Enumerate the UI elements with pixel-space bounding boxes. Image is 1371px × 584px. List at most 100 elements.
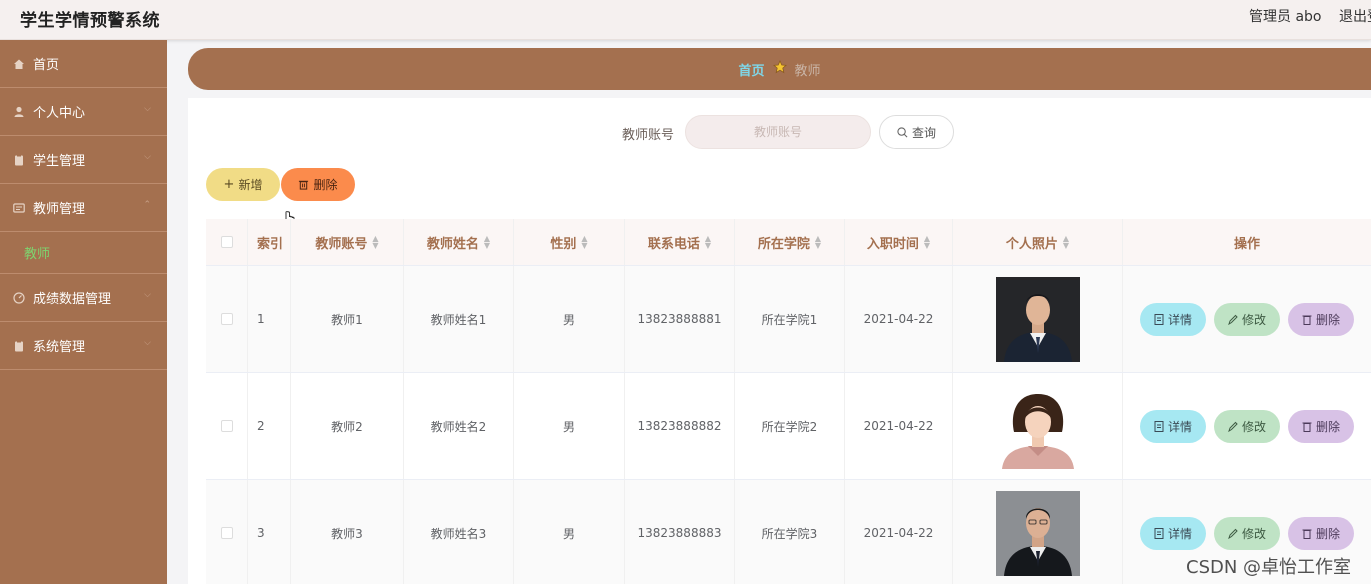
table-header: 索引 教师账号 ▲ ▼ 教师姓名 ▲ ▼ 性别 ▲ ▼ 联系电话 ▲ ▼ 所在学院 ▲ ▼ 入职时间…	[206, 219, 1371, 266]
sidebar-item-grades[interactable]: 成绩数据管理 ⌵	[0, 274, 167, 322]
card-icon	[12, 201, 26, 215]
cell-name: 教师姓名2	[404, 373, 514, 479]
document-icon	[1154, 420, 1164, 432]
col-account[interactable]: 教师账号 ▲ ▼	[291, 219, 404, 265]
search-button-label: 查询	[911, 125, 936, 140]
cell-phone: 13823888883	[625, 480, 735, 584]
trash-icon	[1302, 529, 1312, 539]
cell-account: 教师3	[291, 480, 404, 584]
cell-date: 2021-04-22	[845, 373, 953, 479]
sidebar-item-label: 系统管理	[33, 340, 86, 355]
trash-icon	[1302, 422, 1312, 432]
edit-button[interactable]: 修改	[1214, 409, 1280, 443]
teacher-table: 索引 教师账号 ▲ ▼ 教师姓名 ▲ ▼ 性别 ▲ ▼ 联系电话 ▲ ▼ 所在学院 ▲ ▼ 入职时间…	[206, 219, 1371, 584]
col-actions: 操作	[1233, 236, 1260, 252]
cell-account: 教师1	[291, 266, 404, 372]
row-checkbox[interactable]	[220, 527, 233, 539]
search-label: 教师账号	[622, 128, 675, 143]
pencil-icon	[1228, 421, 1238, 432]
row-checkbox[interactable]	[220, 313, 233, 325]
sidebar-item-label: 成绩数据管理	[33, 292, 112, 307]
col-date[interactable]: 入职时间 ▲ ▼	[845, 219, 953, 265]
cell-account: 教师2	[291, 373, 404, 479]
cell-date: 2021-04-22	[845, 480, 953, 584]
trash-icon	[1302, 315, 1312, 325]
sort-icon: ▲ ▼	[581, 234, 588, 250]
document-icon	[1154, 313, 1164, 325]
delete-button[interactable]: 删除	[1288, 302, 1354, 336]
cell-gender: 男	[514, 480, 625, 584]
pencil-icon	[1228, 314, 1238, 325]
sidebar-item-label: 个人中心	[33, 106, 86, 121]
pencil-icon	[1228, 528, 1238, 539]
bulk-delete-button[interactable]: 删除	[281, 168, 355, 201]
col-college[interactable]: 所在学院 ▲ ▼	[735, 219, 845, 265]
detail-button[interactable]: 详情	[1140, 409, 1206, 443]
cell-college: 所在学院1	[735, 266, 845, 372]
edit-button[interactable]: 修改	[1214, 302, 1280, 336]
add-button[interactable]: + 新增	[206, 168, 280, 201]
star-icon	[772, 60, 787, 78]
sidebar-item-teachers[interactable]: 教师管理 ⌃	[0, 184, 167, 232]
breadcrumb-home[interactable]: 首页	[738, 60, 764, 79]
row-checkbox[interactable]	[220, 420, 233, 432]
cell-gender: 男	[514, 266, 625, 372]
cell-name: 教师姓名1	[404, 266, 514, 372]
home-icon	[12, 57, 26, 71]
breadcrumb-current: 教师	[794, 63, 821, 79]
col-photo[interactable]: 个人照片 ▲ ▼	[953, 219, 1123, 265]
sidebar-item-home[interactable]: 首页	[0, 40, 167, 88]
sort-icon: ▲ ▼	[1062, 234, 1070, 250]
col-phone[interactable]: 联系电话 ▲ ▼	[625, 219, 735, 265]
sidebar-item-label: 教师管理	[33, 202, 86, 217]
document-icon	[1154, 527, 1164, 539]
cell-date: 2021-04-22	[845, 266, 953, 372]
cell-name: 教师姓名3	[404, 480, 514, 584]
col-name[interactable]: 教师姓名 ▲ ▼	[404, 219, 514, 265]
col-gender[interactable]: 性别 ▲ ▼	[514, 219, 625, 265]
sidebar-subitem-teacher[interactable]: 教师	[0, 232, 167, 274]
delete-button[interactable]: 删除	[1288, 516, 1354, 550]
teacher-photo	[995, 276, 1080, 362]
cell-index: 2	[248, 373, 291, 479]
detail-button[interactable]: 详情	[1140, 302, 1206, 336]
delete-button-label: 删除	[313, 178, 338, 192]
edit-button[interactable]: 修改	[1214, 516, 1280, 550]
cell-phone: 13823888881	[625, 266, 735, 372]
chevron-down-icon: ⌵	[144, 152, 151, 162]
delete-button[interactable]: 删除	[1288, 409, 1354, 443]
select-all-checkbox[interactable]	[220, 236, 233, 248]
trash-icon	[299, 180, 309, 190]
user-icon	[12, 105, 26, 119]
sidebar-item-students[interactable]: 学生管理 ⌵	[0, 136, 167, 184]
chevron-up-icon: ⌃	[143, 200, 151, 210]
top-bar: 学生学情预警系统 管理员 abo 退出登	[0, 0, 1371, 40]
logout-link[interactable]: 退出登	[1339, 6, 1371, 26]
watermark: CSDN @卓怡工作室	[1186, 557, 1352, 578]
sort-icon: ▲ ▼	[704, 234, 712, 250]
breadcrumb: 首页 教师	[188, 48, 1371, 90]
clipboard-icon	[12, 153, 26, 167]
cell-phone: 13823888882	[625, 373, 735, 479]
detail-button[interactable]: 详情	[1140, 516, 1206, 550]
sidebar: 首页 个人中心 ⌵ 学生管理 ⌵ 教师管理 ⌃ 教师 成绩数据管理 ⌵ 系统管理…	[0, 40, 167, 584]
app-title: 学生学情预警系统	[20, 11, 160, 31]
teacher-photo	[995, 383, 1080, 469]
search-input[interactable]: 教师账号	[685, 115, 871, 149]
clipboard-icon	[12, 339, 26, 353]
cell-college: 所在学院2	[735, 373, 845, 479]
search-button[interactable]: 查询	[879, 115, 954, 149]
sort-icon: ▲ ▼	[814, 234, 822, 250]
cell-gender: 男	[514, 373, 625, 479]
col-index: 索引	[248, 219, 291, 265]
search-icon	[897, 126, 908, 137]
admin-name: 管理员 abo	[1249, 9, 1322, 25]
sort-icon: ▲ ▼	[483, 234, 491, 250]
sidebar-item-label: 首页	[33, 58, 60, 73]
sort-icon: ▲ ▼	[372, 234, 379, 250]
sidebar-item-system[interactable]: 系统管理 ⌵	[0, 322, 167, 370]
chevron-down-icon: ⌵	[144, 290, 151, 300]
sidebar-item-profile[interactable]: 个人中心 ⌵	[0, 88, 167, 136]
cell-index: 1	[248, 266, 291, 372]
cell-index: 3	[248, 480, 291, 584]
